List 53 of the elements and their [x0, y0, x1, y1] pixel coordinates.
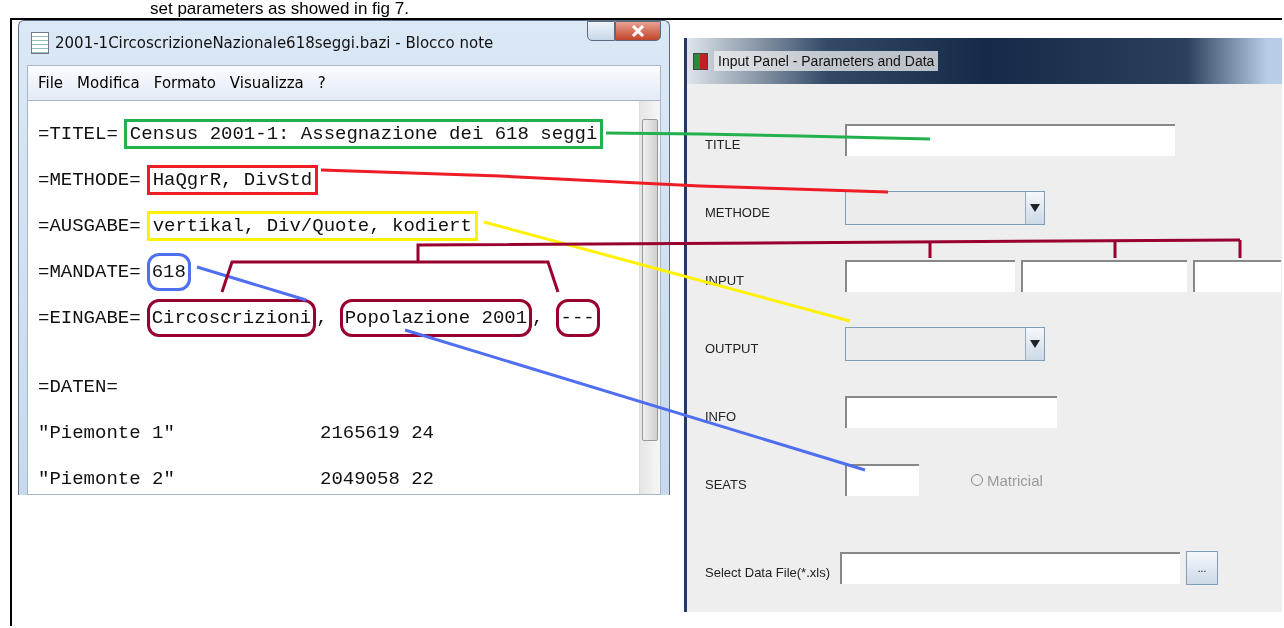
option-label: Matricial	[987, 471, 1043, 489]
field-label: TITLE	[705, 136, 742, 152]
scrollbar[interactable]	[639, 101, 660, 494]
window-title: 2001-1CircoscrizioneNazionale618seggi.bazi - Blocco note	[55, 34, 495, 52]
text-line: ,	[316, 307, 328, 329]
highlighted-value: Census 2001-1: Assegnazione dei 618 seggi	[123, 119, 604, 149]
menu-item[interactable]: Formato	[153, 74, 216, 92]
menu-item[interactable]: Modifica	[77, 74, 140, 92]
notepad-icon	[31, 32, 49, 54]
field-label: METHODE	[705, 204, 771, 220]
field-label: Select Data File(*.xls)	[705, 564, 831, 580]
browse-button[interactable]: ...	[1186, 551, 1218, 585]
highlighted-value: Circoscrizioni	[146, 299, 317, 337]
menu-item[interactable]: ?	[317, 74, 326, 92]
text-line: =METHODE=	[38, 169, 141, 191]
text-line: =EINGABE=	[38, 307, 141, 329]
window-title: Input Panel - Parameters and Data	[714, 51, 939, 71]
highlighted-value: vertikal, Div/Quote, kodiert	[146, 211, 478, 241]
text-line: "Piemonte 2"	[38, 468, 176, 490]
text-line: =MANDATE=	[38, 261, 141, 283]
input-field[interactable]	[840, 552, 1180, 584]
text-line: "Piemonte 1"	[38, 422, 176, 444]
app-icon	[693, 52, 708, 70]
input-field[interactable]	[845, 124, 1175, 156]
input-field[interactable]	[1193, 260, 1281, 292]
menu-item[interactable]: Visualizza	[229, 74, 304, 92]
close-button[interactable]	[615, 21, 661, 41]
input-field[interactable]	[845, 464, 919, 496]
text-line: ,	[532, 307, 544, 329]
minimize-button[interactable]	[587, 21, 615, 41]
caret-icon	[1030, 204, 1040, 212]
highlighted-value: ---	[555, 299, 600, 337]
dropdown[interactable]	[845, 327, 1045, 361]
text-line: 2165619 24	[320, 422, 435, 444]
dropdown[interactable]	[845, 191, 1045, 225]
field-label: SEATS	[705, 476, 748, 492]
input-field[interactable]	[845, 260, 1015, 292]
caret-icon	[1030, 340, 1040, 348]
highlighted-value: 618	[146, 253, 191, 291]
field-label: OUTPUT	[705, 340, 760, 356]
highlighted-value: Popolazione 2001	[339, 299, 533, 337]
caption-text: set parameters as showed in fig 7.	[149, 0, 410, 18]
close-icon	[631, 25, 645, 37]
menu-item[interactable]: File	[38, 74, 64, 92]
field-label: INFO	[705, 408, 738, 424]
text-line: =DATEN=	[38, 376, 118, 398]
text-line: =TITEL=	[38, 123, 118, 145]
input-field[interactable]	[1021, 260, 1187, 292]
text-area[interactable]	[27, 100, 661, 495]
text-line: 2049058 22	[320, 468, 435, 490]
input-field[interactable]	[845, 396, 1057, 428]
highlighted-value: HaQgrR, DivStd	[146, 165, 319, 195]
text-line: =AUSGABE=	[38, 215, 141, 237]
